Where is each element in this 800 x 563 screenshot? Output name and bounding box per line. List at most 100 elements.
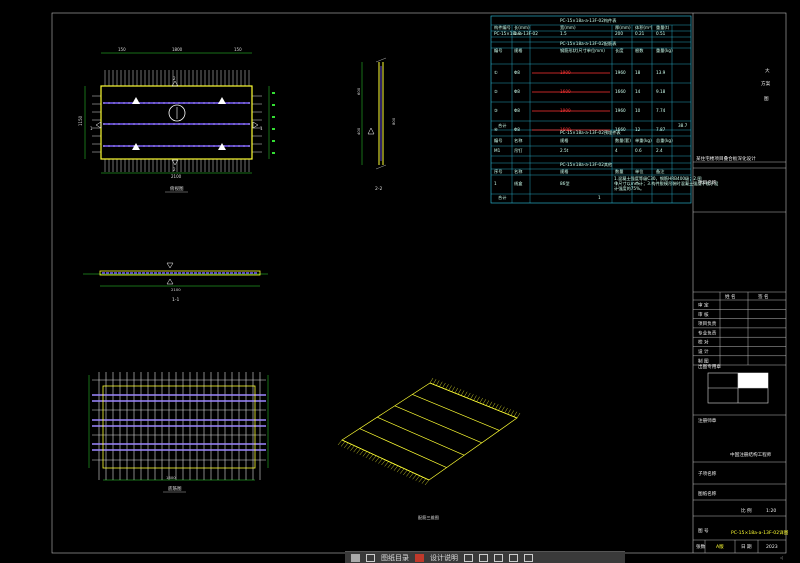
delete-icon[interactable] — [524, 553, 533, 562]
table-cell: 1900 — [560, 108, 571, 113]
table-cell: 1600 — [560, 89, 571, 94]
table-head-cell: 备注 — [656, 168, 665, 175]
signature-role: 校 对 — [698, 339, 709, 346]
iso-rebar-end — [485, 400, 490, 406]
iso-rebar-end — [507, 409, 511, 415]
table-head-cell: 构件编号 — [494, 24, 511, 31]
table-head-cell: 长度 — [615, 47, 624, 54]
table-head-cell: 宽(mm) — [560, 24, 576, 31]
iso-rebar-end — [356, 448, 361, 454]
table-cell: ③ — [494, 108, 498, 113]
iso-rebar-end — [501, 406, 505, 412]
table-cell: 86型 — [560, 180, 570, 186]
dim-top-mid: 1800 — [172, 47, 183, 52]
isometric-rebar-view: 配筋三维图 — [337, 377, 521, 521]
seal-value: 中国注册结构工程师 — [730, 451, 772, 458]
taskbar-item-2[interactable]: 设计说明 — [430, 553, 458, 563]
dim-side-c: 800 — [391, 117, 396, 125]
table-cell: 14 — [635, 89, 641, 94]
iso-rebar-end — [362, 451, 368, 457]
iso-rebar-end — [378, 458, 383, 464]
table-cell: 1.8 — [514, 31, 521, 36]
table-cell: 18 — [635, 70, 641, 75]
title-block: 大 方案 图 某住宅楼项目叠合板深化设计 项目名称 姓 名 签 名审 定审 核项目… — [693, 67, 789, 553]
table-cell: ① — [494, 70, 498, 75]
dim-bottom-mid: 1800 — [166, 475, 176, 480]
iso-rebar-end — [415, 475, 420, 481]
table-head-cell: 规格 — [560, 137, 569, 144]
table-cell: 9.18 — [656, 89, 666, 94]
iso-rebar-end — [403, 469, 408, 476]
table-cell: 吊钉 — [514, 147, 523, 154]
pdf-icon[interactable] — [415, 553, 424, 562]
dim-side-a: 600 — [356, 87, 361, 95]
print-icon[interactable] — [494, 553, 503, 562]
table-cell: 1 — [494, 181, 497, 186]
table-cell: 0.21 — [635, 31, 645, 36]
signature-role: 专业负责 — [698, 329, 717, 336]
table-sum-label: 合计 — [498, 194, 506, 201]
iso-rebar-end — [390, 464, 395, 470]
table-head-cell: 编号 — [494, 137, 502, 144]
plan-right-dims — [272, 92, 275, 154]
date-label: 日 期 — [741, 544, 752, 550]
table-cell: 13.9 — [656, 70, 666, 75]
iso-rebar-end — [510, 410, 514, 416]
table-head-3: 编号 名称 规格 数量(套) 单重(kg) 总重(kg) — [494, 137, 673, 144]
iso-rebar-end — [513, 411, 518, 417]
iso-rebar-end — [460, 390, 465, 396]
iso-rebar-end — [491, 402, 496, 409]
table-title-3: PC-15×18a-a-13F-02预埋件表 — [560, 129, 621, 136]
sheet-label: 张数 — [696, 543, 706, 550]
table-cell: 0.51 — [656, 31, 666, 36]
dim-top-left: 150 — [118, 47, 126, 52]
table-head-cell: 名称 — [514, 168, 522, 175]
export-icon[interactable] — [464, 553, 473, 562]
scale-label: 比 例 — [741, 507, 752, 514]
dim-side-b: 400 — [356, 127, 361, 135]
table-cell: 2.5t — [560, 148, 569, 153]
iso-rebar-end — [409, 472, 414, 478]
rebar-end — [375, 57, 387, 63]
folder-icon[interactable] — [351, 553, 360, 562]
date-value: 2023 — [766, 544, 778, 550]
iso-rebar-end — [498, 405, 502, 411]
table-head-cell: 名称 — [514, 137, 522, 144]
iso-rebar-end — [482, 399, 486, 405]
table-cell: Φ8 — [514, 108, 520, 113]
table-cell: 4 — [615, 148, 618, 153]
dim-bottom-total: 2100 — [171, 174, 182, 179]
doc-icon[interactable] — [366, 553, 375, 562]
table-row-3: M1 吊钉 2.5t 4 0.6 2.4 — [494, 147, 663, 154]
cad-drawing-canvas[interactable]: 150 1800 150 2100 1150 2 2 1 1 俯视图 600 4… — [0, 0, 800, 563]
drawing-name-label: 图纸名称 — [698, 490, 717, 497]
drawing-number: PC-15×18a-a-13F-02详图 — [731, 529, 789, 536]
dim-mark — [272, 140, 275, 142]
iso-rebar-end — [350, 445, 355, 451]
iso-rebar-end — [457, 389, 462, 395]
taskbar[interactable]: 图纸目录 设计说明 — [345, 551, 625, 563]
iso-rebar-end — [442, 382, 446, 389]
edit-icon[interactable] — [479, 553, 488, 562]
iso-rebar-end — [368, 454, 374, 460]
iso-rebar-end — [488, 401, 493, 407]
iso-rebar-end — [439, 381, 443, 387]
table-cell: 1960 — [615, 108, 626, 113]
iso-rebar-end — [479, 397, 483, 404]
dim-mark — [272, 128, 275, 130]
table-cell: 200 — [615, 31, 623, 36]
iso-rebar-end — [381, 459, 386, 466]
section-mark-icon — [166, 262, 174, 269]
share-icon[interactable] — [509, 553, 518, 562]
section-mark-icon — [252, 121, 259, 129]
table-head-cell: 单重(kg) — [635, 137, 652, 144]
taskbar-item-1[interactable]: 图纸目录 — [381, 553, 409, 563]
table-head-cell: 钢筋形状(尺寸单位mm) — [560, 47, 605, 54]
iso-rebar-end — [375, 457, 380, 463]
iso-rebar — [412, 394, 500, 431]
plan-bottom-rebar-ends — [104, 159, 250, 172]
iso-rebar-end — [393, 465, 399, 471]
iso-rebar-end — [406, 471, 411, 477]
dim-mark — [272, 104, 275, 106]
signature-role: 审 定 — [698, 302, 709, 309]
